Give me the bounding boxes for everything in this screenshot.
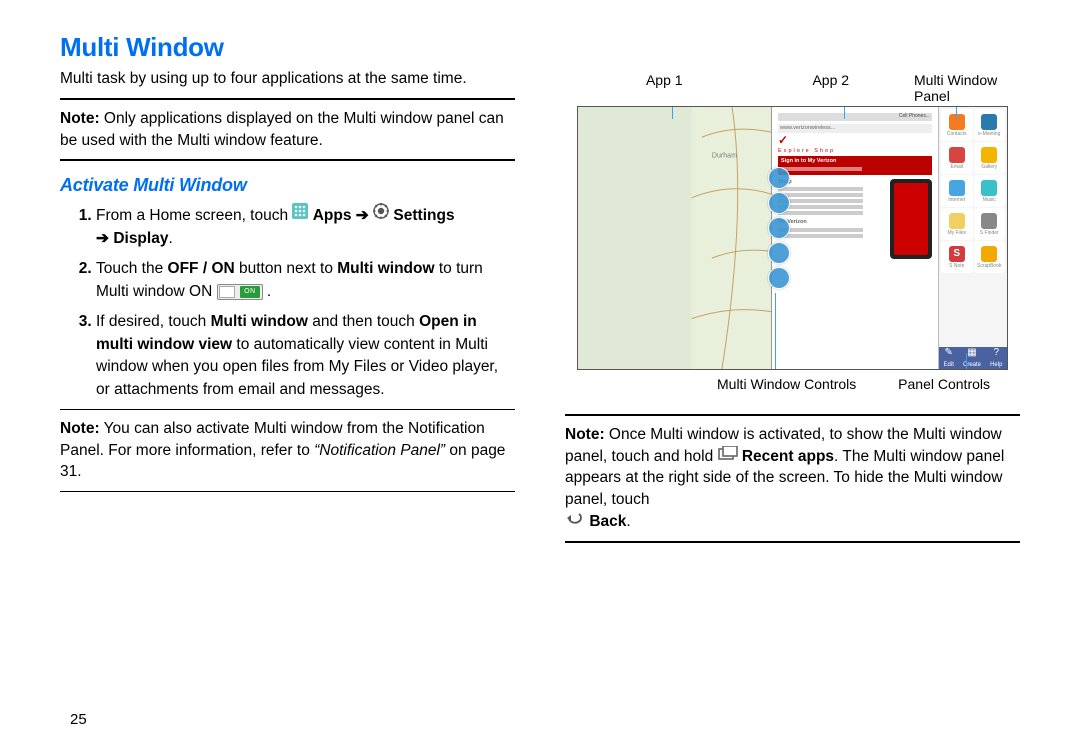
panel-app-music: Music: [974, 175, 1006, 207]
divider: [60, 491, 515, 492]
mw-control-stack: [767, 167, 791, 289]
label-panel-controls: Panel Controls: [898, 376, 990, 392]
panel-app-email: Email: [941, 142, 973, 174]
label-mw-controls: Multi Window Controls: [717, 376, 856, 392]
mw-control-icon: [768, 192, 790, 214]
intro-text: Multi task by using up to four applicati…: [60, 69, 515, 90]
label-app2: App 2: [748, 72, 915, 104]
divider: [565, 414, 1020, 416]
divider: [60, 159, 515, 161]
browser-app: www.verizonwireless... Explore Shop Sign…: [771, 107, 1007, 369]
callout-line: [956, 106, 957, 119]
multi-window-figure: App 1 App 2 Multi Window Panel DurhamRal…: [565, 72, 1020, 402]
figure-screenshot: DurhamRaleigh www.verizonwireless...: [577, 106, 1008, 370]
panel-app-contacts: Contacts: [941, 109, 973, 141]
svg-text:Durham: Durham: [712, 152, 737, 159]
mw-control-icon: [768, 267, 790, 289]
panel-app-scrapbook: ScrapBook: [974, 241, 1006, 273]
phone-thumbnail: [890, 179, 932, 259]
figure-bottom-labels: Multi Window Controls Panel Controls: [577, 376, 1008, 392]
label-mw-panel: Multi Window Panel: [914, 72, 1004, 104]
note-panel-only: Note: Only applications displayed on the…: [60, 108, 515, 151]
panel-app-sfinder: S Finder: [974, 208, 1006, 240]
panel-app-myfiles: My Files: [941, 208, 973, 240]
on-toggle-icon: ON: [217, 284, 263, 300]
mw-control-icon: [768, 167, 790, 189]
callout-line: [966, 353, 967, 370]
right-column: App 1 App 2 Multi Window Panel DurhamRal…: [565, 32, 1020, 752]
divider: [60, 98, 515, 100]
step-2: Touch the OFF / ON button next to Multi …: [96, 258, 515, 303]
divider: [60, 409, 515, 410]
left-column: Multi Window Multi task by using up to f…: [60, 32, 515, 752]
panel-app-gallery: Gallery: [974, 142, 1006, 174]
mw-panel: Contacts e-Meeting Email Gallery Interne…: [938, 107, 1007, 369]
panel-app-snote: SS Note: [941, 241, 973, 273]
address-bar: www.verizonwireless...: [778, 124, 932, 133]
callout-line: [672, 106, 673, 119]
mw-control-icon: [768, 242, 790, 264]
panel-app-internet: Internet: [941, 175, 973, 207]
callout-line: [844, 106, 845, 119]
divider: [565, 541, 1020, 543]
back-icon: [565, 510, 585, 532]
recent-apps-icon: [718, 445, 738, 467]
mw-panel-grid: Contacts e-Meeting Email Gallery Interne…: [939, 107, 1007, 347]
callout-line: [775, 293, 776, 370]
edit-icon: ✎: [944, 347, 954, 358]
section-activate: Activate Multi Window: [60, 175, 515, 196]
verizon-logo: [778, 136, 932, 146]
settings-icon: [373, 203, 389, 226]
note-notif-panel: Note: You can also activate Multi window…: [60, 418, 515, 483]
panel-app-emeeting: e-Meeting: [974, 109, 1006, 141]
step-3: If desired, touch Multi window and then …: [96, 311, 515, 401]
help-icon: ?: [990, 347, 1002, 358]
apps-icon: [292, 203, 308, 226]
panel-controls-bar: ✎Edit ▦Create ?Help: [939, 347, 1007, 369]
label-app1: App 1: [581, 72, 748, 104]
steps-list: From a Home screen, touch Apps ➔ Setting…: [60, 204, 515, 401]
figure-top-labels: App 1 App 2 Multi Window Panel: [581, 72, 1004, 104]
mw-control-icon: [768, 217, 790, 239]
step-1: From a Home screen, touch Apps ➔ Setting…: [96, 204, 515, 250]
note-show-hide-panel: Note: Once Multi window is activated, to…: [565, 424, 1020, 533]
page-title: Multi Window: [60, 32, 515, 63]
browser-tabbar: [778, 113, 932, 121]
webpage-content: www.verizonwireless... Explore Shop Sign…: [772, 107, 938, 369]
